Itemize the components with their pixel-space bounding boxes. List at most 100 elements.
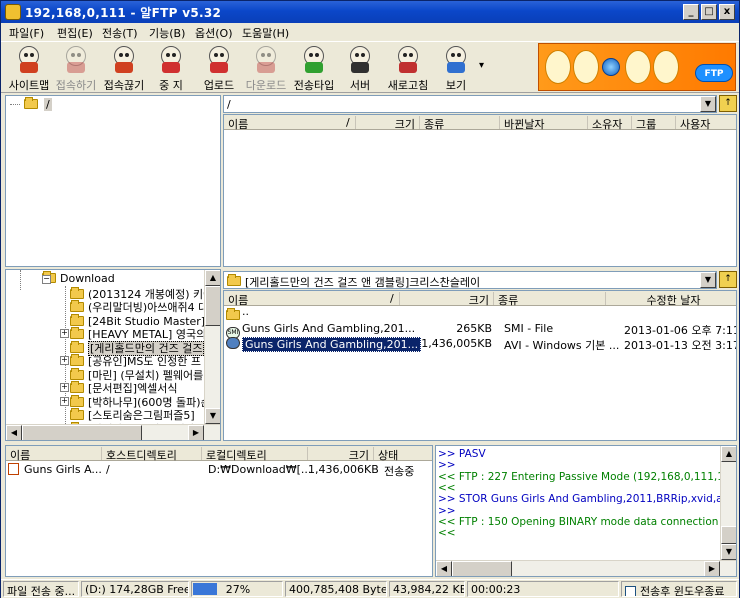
remote-file-list[interactable]: 이름 / 크기 종류 바뀐날자 소유자 그룹 사용자 (223, 114, 737, 267)
scroll-up-icon[interactable]: ▲ (721, 446, 736, 462)
connect-button[interactable]: 접속하기 (53, 44, 99, 92)
remote-up-folder-icon[interactable]: ↑ (719, 95, 737, 112)
col-group[interactable]: 그룹 (632, 116, 676, 131)
folder-icon (70, 408, 84, 420)
folder-icon (227, 274, 241, 286)
local-tree-hscroll[interactable]: ◀ ▶ (6, 424, 220, 440)
expand-icon[interactable]: + (60, 356, 69, 365)
log-line: << (438, 527, 456, 540)
menu-file[interactable]: 파일(F) (9, 25, 44, 41)
col-modified[interactable]: 수정한 날자 (606, 292, 736, 307)
local-file-list[interactable]: 이름 / 크기 종류 수정한 날자 .. SMI Guns Girls And … (223, 290, 737, 441)
sitemap-button[interactable]: 사이트맵 (7, 44, 51, 92)
col-host-dir[interactable]: 호스트디렉토리 (102, 447, 202, 462)
scroll-thumb[interactable] (205, 286, 220, 326)
log-vscroll[interactable]: ▲ ▼ (720, 446, 736, 560)
col-type[interactable]: 종류 (494, 292, 606, 307)
disconnect-icon (109, 44, 139, 74)
elapsed-time: 00:00:23 (467, 581, 619, 597)
folder-icon (70, 327, 84, 339)
log-pane[interactable]: >> PASV >> << FTP : 227 Entering Passive M… (435, 445, 737, 577)
maximize-button[interactable]: □ (701, 4, 717, 20)
col-modified[interactable]: 바뀐날자 (500, 116, 588, 131)
menu-help[interactable]: 도움말(H) (242, 25, 289, 41)
folder-icon (70, 313, 84, 326)
mascot-icon (653, 50, 679, 84)
window-title: 192,168,0,111 - 알FTP v5.32 (25, 6, 222, 20)
remote-path-input[interactable]: / ▼ (223, 95, 717, 113)
scroll-down-icon[interactable]: ▼ (721, 544, 736, 560)
app-icon (5, 4, 21, 20)
avi-file-icon (226, 337, 240, 349)
checkbox-icon[interactable] (625, 586, 636, 596)
folder-icon (70, 367, 84, 380)
menu-options[interactable]: 옵션(O) (195, 25, 232, 41)
bytes-transferred: 400,785,408 Bytes (285, 581, 387, 597)
local-up-folder-icon[interactable]: ↑ (719, 271, 737, 288)
transfer-queue[interactable]: 이름 호스트디렉토리 로컬디렉토리 크기 상태 Guns Girls A... … (5, 445, 433, 577)
col-status[interactable]: 상태 (374, 447, 432, 462)
list-item[interactable]: SMI Guns Girls And Gambling,201... 265KB… (226, 322, 736, 339)
expand-icon[interactable]: + (60, 396, 69, 406)
view-icon (441, 44, 471, 74)
col-name[interactable]: 이름 (6, 447, 102, 462)
col-type[interactable]: 종류 (420, 116, 500, 131)
globe-icon (602, 58, 620, 76)
view-button[interactable]: 보기 (441, 44, 471, 92)
remote-tree-pane[interactable]: / (5, 95, 221, 267)
menu-transfer[interactable]: 전송(T) (102, 25, 138, 41)
scroll-left-icon[interactable]: ◀ (436, 561, 452, 576)
scroll-right-icon[interactable]: ▶ (188, 425, 204, 440)
col-name[interactable]: 이름 (224, 116, 356, 131)
transfer-type-button[interactable]: 전송타입 (291, 44, 337, 92)
disconnect-button[interactable]: 접속끊기 (101, 44, 147, 92)
local-tree-pane[interactable]: Download − (2013124 개봉예정) 키아누 (우리말더빙)아쓰애쥐4 … (5, 269, 221, 441)
ad-banner[interactable]: FTP (538, 43, 736, 91)
folder-icon (70, 381, 84, 393)
expand-icon[interactable]: + (60, 329, 69, 338)
upload-button[interactable]: 업로드 (199, 44, 239, 92)
log-line: >> (438, 504, 456, 517)
col-sort-indicator: / (390, 292, 394, 305)
collapse-icon[interactable]: − (42, 275, 51, 284)
toolbar-more-icon[interactable]: ▾ (479, 60, 484, 71)
server-button[interactable]: 서버 (345, 44, 375, 92)
col-size[interactable]: 크기 (400, 292, 494, 307)
minimize-button[interactable]: _ (683, 4, 699, 20)
expand-icon[interactable]: + (60, 383, 69, 392)
col-local-dir[interactable]: 로컬디렉토리 (202, 447, 308, 462)
scroll-up-icon[interactable]: ▲ (205, 270, 220, 286)
local-path-dropdown-icon[interactable]: ▼ (700, 272, 716, 288)
mascot-icon (545, 50, 571, 84)
close-button[interactable]: x (719, 4, 735, 20)
local-path-input[interactable]: [게리홀드만의 건즈 걸즈 앤 갬블링]크리스찬슬레이 ▼ (223, 271, 717, 289)
list-item-selected[interactable]: Guns Girls And Gambling,201... 1,436,005… (226, 337, 736, 352)
menu-edit[interactable]: 편집(E) (57, 25, 93, 41)
scroll-thumb[interactable] (452, 561, 512, 576)
scroll-thumb[interactable] (22, 425, 142, 440)
col-user[interactable]: 사용자 (676, 116, 736, 131)
remote-path-dropdown-icon[interactable]: ▼ (700, 96, 716, 112)
scroll-down-icon[interactable]: ▼ (205, 408, 220, 424)
table-row[interactable]: Guns Girls A... / D:₩Download₩[... 1,436… (8, 463, 432, 478)
remote-tree-root[interactable]: / (10, 97, 52, 113)
queue-header: 이름 호스트디렉토리 로컬디렉토리 크기 상태 (6, 446, 432, 462)
menu-function[interactable]: 기능(B) (149, 25, 185, 41)
scroll-left-icon[interactable]: ◀ (6, 425, 22, 440)
shutdown-after-transfer-checkbox[interactable]: 전송후 윈도우종료 (621, 581, 737, 597)
scroll-thumb[interactable] (721, 526, 736, 544)
log-hscroll[interactable]: ◀ ▶ (436, 560, 736, 576)
col-name[interactable]: 이름 (224, 292, 400, 307)
refresh-button[interactable]: 새로고침 (385, 44, 431, 92)
local-tree-vscroll[interactable]: ▲ ▼ (204, 270, 220, 424)
col-size[interactable]: 크기 (356, 116, 420, 131)
ftp-logo: FTP (695, 64, 733, 82)
file-icon (8, 463, 19, 475)
scroll-right-icon[interactable]: ▶ (704, 561, 720, 576)
col-owner[interactable]: 소유자 (588, 116, 632, 131)
download-button[interactable]: 다운로드 (243, 44, 289, 92)
stop-button[interactable]: 중 지 (153, 44, 189, 92)
col-size[interactable]: 크기 (308, 447, 374, 462)
log-line: << FTP : 227 Entering Passive Mode (192,… (438, 470, 737, 483)
title-bar[interactable]: 192,168,0,111 - 알FTP v5.32 _ □ x (1, 1, 739, 23)
